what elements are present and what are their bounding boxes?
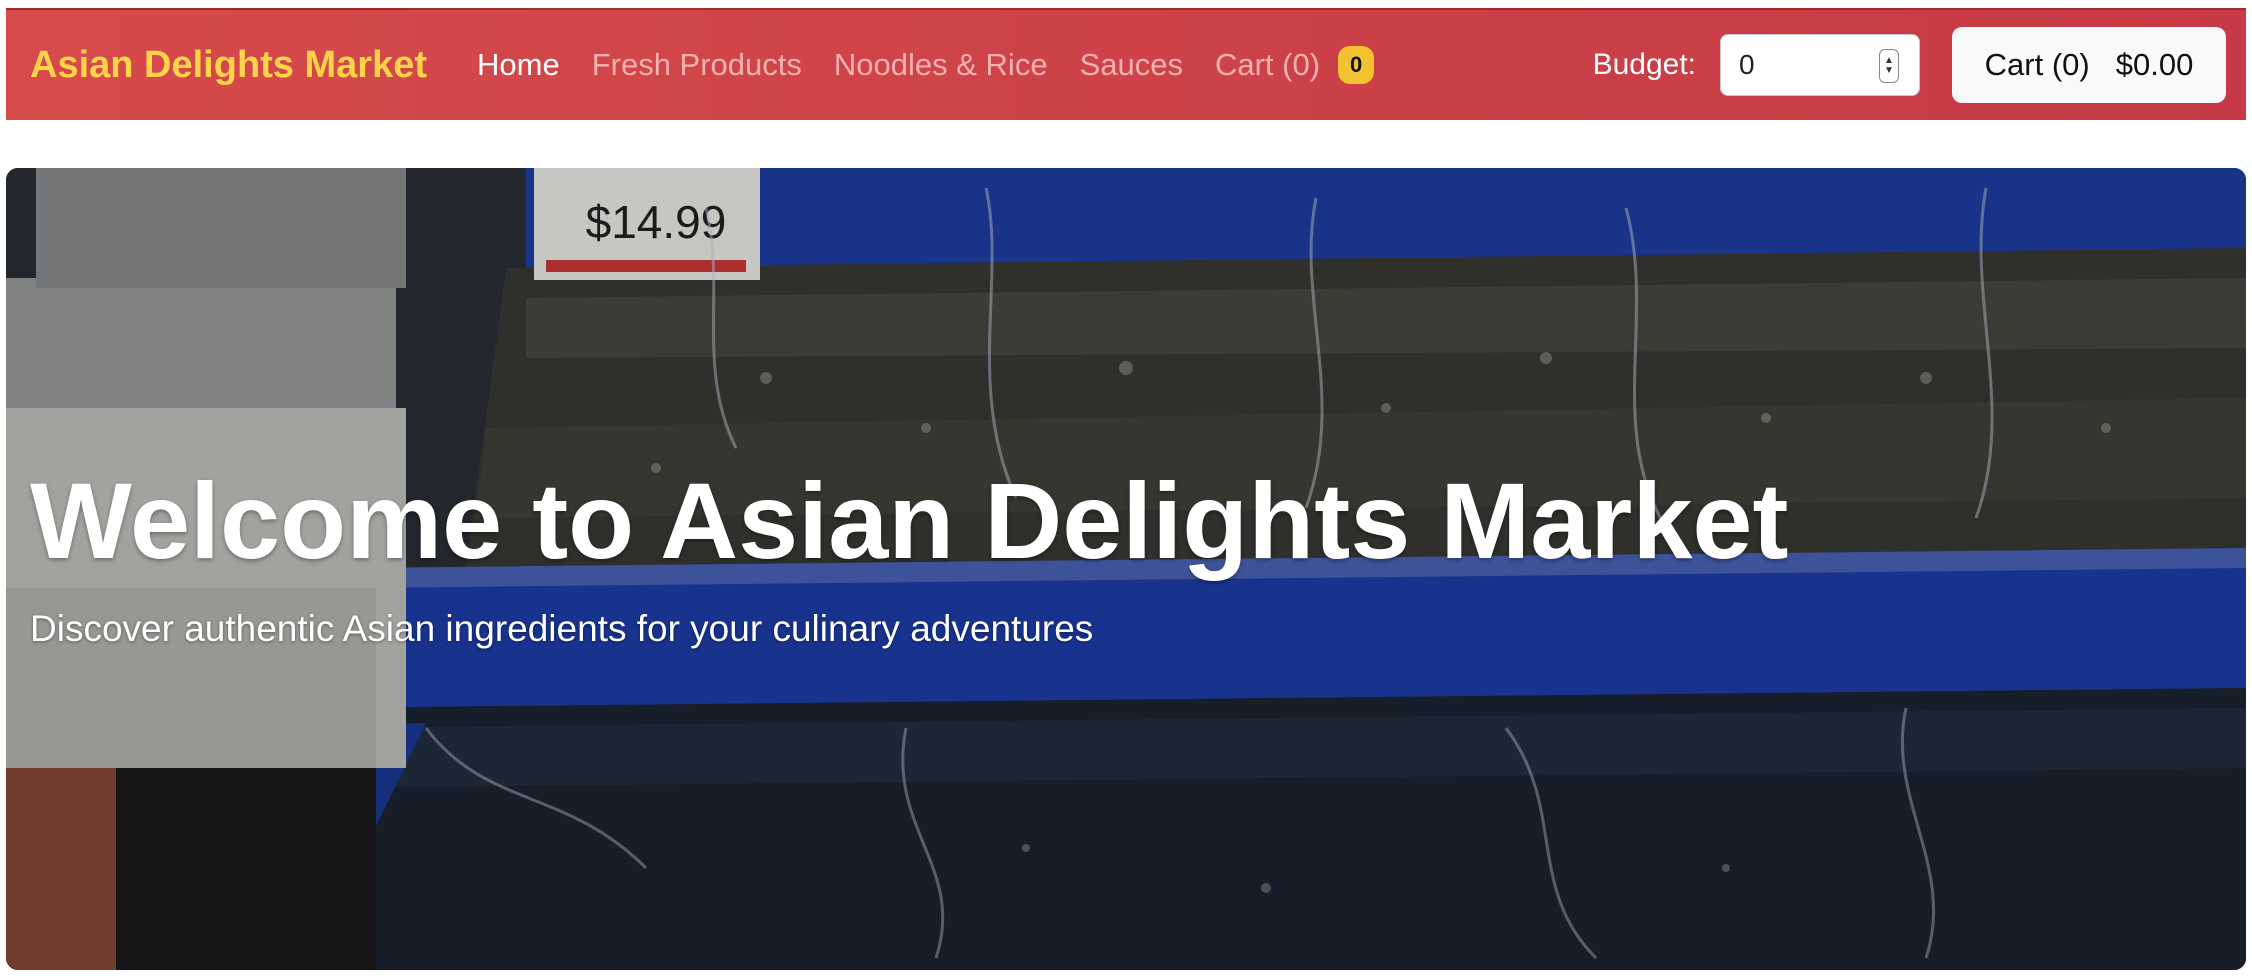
cart-button-label: Cart (0): [1984, 47, 2090, 82]
nav-link-fresh-products[interactable]: Fresh Products: [592, 47, 802, 83]
chevron-down-icon[interactable]: ▼: [1884, 66, 1894, 76]
hero-title: Welcome to Asian Delights Market: [30, 460, 1789, 581]
top-navbar: Asian Delights Market Home Fresh Product…: [6, 8, 2246, 120]
nav-links: Home Fresh Products Noodles & Rice Sauce…: [477, 46, 1406, 84]
cart-summary-button[interactable]: Cart (0) $0.00: [1952, 27, 2226, 103]
nav-cart-label: Cart (0): [1214, 47, 1321, 82]
budget-field: ▲ ▼: [1720, 34, 1920, 96]
nav-link-noodles-rice[interactable]: Noodles & Rice: [834, 47, 1048, 83]
nav-link-sauces[interactable]: Sauces: [1080, 47, 1183, 83]
budget-input[interactable]: [1737, 48, 1881, 82]
nav-link-home[interactable]: Home: [477, 47, 560, 83]
hero-banner: $14.99 Welcome to Asian Delights Market …: [6, 168, 2246, 970]
cart-total: $0.00: [2115, 47, 2194, 82]
brand-logo[interactable]: Asian Delights Market: [30, 44, 427, 87]
budget-stepper[interactable]: ▲ ▼: [1879, 49, 1899, 83]
budget-label: Budget:: [1592, 48, 1696, 81]
cart-count-badge: 0: [1338, 46, 1375, 84]
nav-link-cart[interactable]: Cart (0) 0: [1214, 46, 1375, 84]
hero-subtitle: Discover authentic Asian ingredients for…: [30, 608, 1094, 649]
nav-right: Budget: ▲ ▼ Cart (0) $0.00: [1593, 27, 2226, 103]
